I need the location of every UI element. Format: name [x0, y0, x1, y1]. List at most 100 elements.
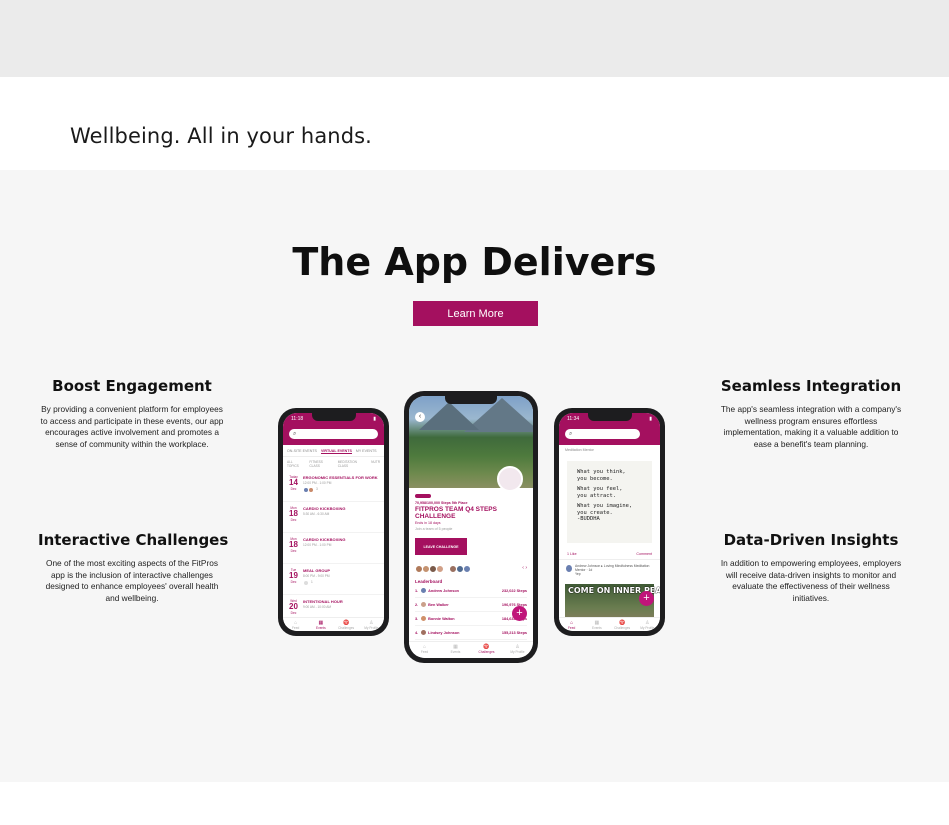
nav-profile: ♙ My Profile	[361, 620, 381, 631]
member-steps: 232,022 Steps	[501, 588, 527, 593]
nav-label: My Profile	[510, 650, 525, 654]
rank: 4.	[415, 630, 419, 635]
nav-label: Feed	[420, 650, 429, 654]
battery-icon: ▮	[649, 416, 652, 422]
nav-label: Challenges	[338, 626, 355, 630]
avatar	[308, 487, 314, 493]
challenge-progress: 70,958/100,000 Steps 5th Place	[415, 501, 468, 505]
feature-title: Data-Driven Insights	[723, 531, 899, 549]
filter-all: ALL TOPICS	[287, 460, 299, 468]
leaderboard-row: 1. Andrew Johnson 232,022 Steps	[415, 584, 527, 598]
nav-profile: ♙ My Profile	[637, 620, 657, 631]
bottom-nav: ⌂ Feed ▦ Events ♈ Challenges ♙ My Profile	[409, 641, 533, 658]
nav-label: Challenges	[478, 650, 495, 654]
attendee-count: 1	[311, 580, 313, 584]
quote-line: What you think,	[577, 469, 626, 475]
avatar	[420, 601, 428, 608]
quote-line: you create.	[577, 509, 613, 516]
avatar	[463, 565, 471, 573]
phone-mockup-feed: 11:34 ▮ ⌕ Meditation Mentor What you thin…	[554, 408, 665, 636]
feature-body: One of the most exciting aspects of the …	[45, 558, 219, 603]
tab-my-events: MY EVENTS	[355, 449, 377, 453]
event-day: 20	[289, 602, 298, 611]
avatar	[565, 564, 573, 573]
feature-title: Seamless Integration	[720, 377, 902, 395]
nav-label: Events	[592, 626, 602, 630]
avatar-group	[415, 565, 444, 573]
event-date: Tue 19 Dec	[287, 568, 300, 594]
quote-line: What you imagine,	[577, 503, 633, 509]
post-author: Andrew Johnson ▸ Loving Mindfulness Medi…	[559, 560, 660, 580]
member-name: Bonnie Walton	[428, 616, 455, 621]
quote-line: you attract.	[577, 492, 616, 499]
quote-line: -BUDDHA	[577, 516, 600, 522]
challenge-title: FITPROS TEAM Q4 STEPS CHALLENGE	[415, 506, 497, 520]
nav-challenges: ♈ Challenges	[612, 620, 632, 631]
leaderboard-row: 3.Bonnie Walton184,633 Steps	[415, 612, 527, 626]
feature-body: By providing a convenient platform for e…	[40, 404, 224, 449]
nav-events: ▦ Events	[587, 620, 607, 631]
filter-nutrition: NUTR	[371, 460, 380, 464]
mountain-shape	[419, 402, 479, 430]
phone-screen: 11:34 ▮ ⌕ Meditation Mentor What you thin…	[559, 413, 660, 631]
leave-challenge-button: LEAVE CHALLENGE	[415, 538, 467, 555]
bottom-white-band	[0, 782, 949, 825]
rank: 1.	[415, 588, 419, 593]
event-info: MEAL GROUP 8:00 PM - 9:00 PM 1	[300, 568, 380, 594]
bottom-nav: ⌂ Feed ▦ Events ♈ Challenges ♙ My Profile	[559, 617, 660, 631]
event-item: Today 14 Dec ERGONOMIC ESSENTIALS FOR WORK…	[283, 471, 384, 502]
feature-interactive-challenges: Interactive Challenges One of the most e…	[38, 531, 229, 604]
phone-notch	[587, 413, 632, 421]
event-tabs: ON-SITE EVENTS VIRTUAL EVENTS MY EVENTS	[283, 445, 384, 457]
event-info: CARDIO KICKBOXING 12:00 PM - 1:00 PM	[300, 537, 380, 563]
avatar-group	[449, 565, 471, 573]
event-title: MEAL GROUP	[303, 568, 331, 573]
member-name: Ben Walker	[428, 602, 449, 607]
team-avatars: ‹ ›	[415, 563, 527, 573]
like-count: 1 Like	[567, 552, 577, 556]
tab-onsite: ON-SITE EVENTS	[287, 449, 317, 453]
member-name: Andrew Johnson	[428, 588, 459, 593]
event-month: Dec	[290, 611, 297, 615]
feature-title: Interactive Challenges	[38, 531, 229, 549]
nav-label: Events	[450, 650, 461, 654]
event-month: Dec	[290, 518, 297, 522]
topic-filters: ALL TOPICS FITNESS CLASS MEDITATION CLAS…	[283, 457, 384, 471]
event-title: CARDIO KICKBOXING	[303, 506, 346, 511]
event-month: Dec	[290, 549, 297, 553]
event-item: Tue 19 Dec MEAL GROUP 8:00 PM - 9:00 PM 1	[283, 564, 384, 595]
attendee-count: 3	[316, 487, 318, 491]
filter-meditation: MEDITATION CLASS	[337, 460, 357, 468]
add-post-button: +	[639, 591, 654, 606]
feature-title: Boost Engagement	[52, 377, 212, 395]
nav-label: Feed	[567, 626, 576, 630]
progress-pill	[415, 494, 431, 498]
quote-line: What you feel,	[577, 486, 623, 492]
nav-label: Feed	[291, 626, 300, 630]
nav-events: ▦ Events	[443, 644, 468, 658]
feature-data-driven-insights: Data-Driven Insights In addition to empo…	[720, 531, 902, 604]
search-icon: ⌕	[569, 431, 573, 437]
event-day: 14	[289, 478, 298, 487]
bottom-nav: ⌂ Feed ▦ Events ♈ Challenges ♙ My Profile	[283, 617, 384, 631]
quote-line: you become.	[577, 475, 613, 482]
comment-link: Comment	[636, 552, 652, 556]
rank: 3.	[415, 616, 419, 621]
nav-label: My Profile	[364, 626, 379, 630]
challenge-ends: Ends in 18 days	[415, 521, 441, 525]
rank: 2.	[415, 602, 419, 607]
nav-label: Events	[316, 626, 326, 630]
learn-more-button[interactable]: Learn More	[413, 301, 538, 326]
carousel-arrows-icon: ‹ ›	[522, 565, 527, 571]
avatar	[436, 565, 444, 573]
event-date: Mon 18 Dec	[287, 506, 300, 532]
section-title: The App Delivers	[292, 240, 657, 284]
avatar	[420, 629, 428, 636]
feature-body: The app's seamless integration with a co…	[720, 404, 902, 449]
add-button: +	[512, 606, 527, 621]
event-date: Today 14 Dec	[287, 475, 300, 501]
status-time: 11:18	[291, 416, 304, 422]
event-month: Dec	[290, 580, 297, 584]
event-title: ERGONOMIC ESSENTIALS FOR WORK	[303, 475, 378, 480]
status-time: 11:34	[567, 416, 580, 422]
